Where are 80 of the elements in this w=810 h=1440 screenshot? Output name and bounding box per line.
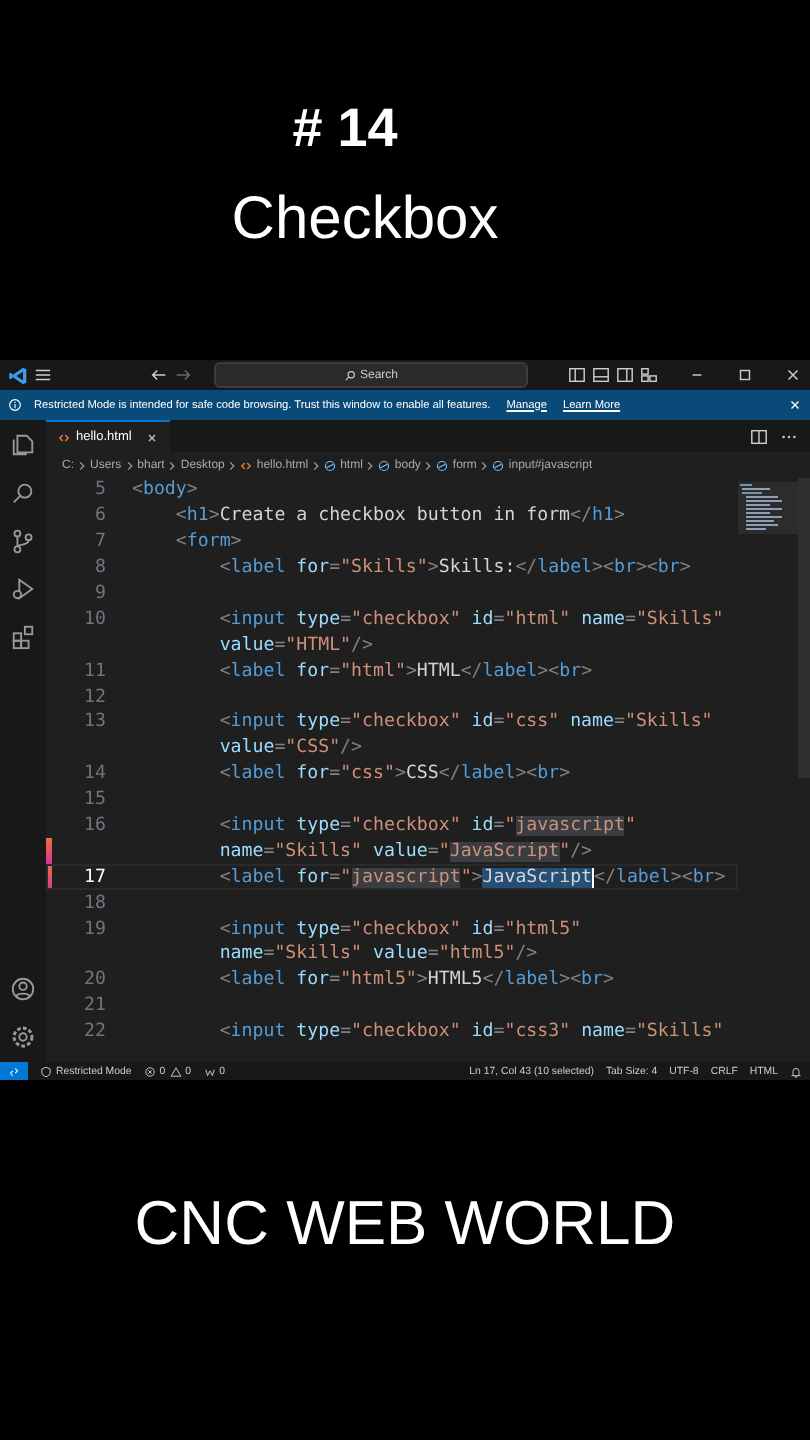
chevron-icon xyxy=(228,459,237,471)
line-number: 21 xyxy=(84,996,106,1017)
chevron-icon xyxy=(168,459,177,471)
line-number: 14 xyxy=(84,764,106,785)
code-line: value="CSS"/> xyxy=(217,738,362,759)
code-line: value="HTML"/> xyxy=(217,635,373,656)
chevron-icon xyxy=(125,459,134,471)
html-file-icon xyxy=(58,431,70,443)
code-line: <input type="checkbox" id="css" name="Skills" xyxy=(217,712,713,733)
element-symbol-icon xyxy=(492,459,505,471)
back-arrow-icon[interactable] xyxy=(150,366,168,384)
channel-name: CNC WEB WORLD xyxy=(132,1186,678,1262)
chevron-icon xyxy=(78,459,86,471)
minimap-drawing xyxy=(738,482,798,534)
html-file-icon xyxy=(240,459,253,471)
code-line: <body> xyxy=(132,480,198,501)
maximize-icon[interactable] xyxy=(736,366,754,384)
source-control-icon[interactable] xyxy=(10,528,36,554)
line-number: 20 xyxy=(84,970,106,991)
settings-icon[interactable] xyxy=(10,1024,36,1050)
extensions-icon[interactable] xyxy=(10,624,36,650)
search-icon xyxy=(343,369,356,381)
sidebar-layout-icon[interactable] xyxy=(568,366,586,384)
explorer-icon[interactable] xyxy=(10,432,36,458)
line-number: 10 xyxy=(84,609,106,630)
info-icon xyxy=(8,398,22,412)
line-number: 17 xyxy=(84,867,106,888)
code-line: <label for="html5">HTML5</label><br> xyxy=(217,970,614,991)
forward-arrow-icon[interactable] xyxy=(174,366,192,384)
shield-icon xyxy=(40,1065,52,1077)
chevron-icon xyxy=(424,459,433,471)
code-line: <input type="checkbox" id="html" name="Skills" xyxy=(217,609,724,630)
run-debug-icon[interactable] xyxy=(10,576,36,602)
line-number: 13 xyxy=(84,712,106,733)
remote-icon xyxy=(8,1065,20,1077)
bell-icon[interactable] xyxy=(790,1065,802,1077)
line-number: 16 xyxy=(84,816,106,837)
split-editor-icon[interactable] xyxy=(750,427,768,445)
line-number: 9 xyxy=(95,584,106,604)
code-line: <label for="html">HTML</label><br> xyxy=(217,661,593,682)
line-number: 7 xyxy=(95,532,106,553)
element-symbol-icon xyxy=(324,459,337,471)
line-number: 8 xyxy=(95,558,106,579)
code-line: <h1>Create a checkbox button in form</h1> xyxy=(173,506,625,527)
line-number: 22 xyxy=(84,1022,106,1043)
line-number: 15 xyxy=(84,790,106,811)
warning-icon xyxy=(169,1065,182,1077)
code-line: name="Skills" value="html5"/> xyxy=(217,944,538,965)
line-number: 12 xyxy=(84,687,106,708)
code-line: <input type="checkbox" id="css3" name="Skills" xyxy=(217,1022,724,1043)
code-line: <label for="javascript">JavaScript</label><br> xyxy=(217,867,726,888)
episode-number: # 14 xyxy=(292,96,398,160)
search-icon[interactable] xyxy=(10,480,36,506)
code-line: name="Skills" value="JavaScript"/> xyxy=(217,841,593,862)
chevron-icon xyxy=(366,459,375,471)
line-number: 19 xyxy=(84,919,106,940)
code-line: <label for="Skills">Skills:</label><br><br> xyxy=(217,558,691,579)
error-icon xyxy=(143,1065,156,1077)
video-title: Checkbox xyxy=(231,184,499,256)
line-number: 11 xyxy=(84,661,106,682)
remote-indicator[interactable] xyxy=(0,1062,28,1080)
element-symbol-icon xyxy=(378,459,391,471)
line-number: 5 xyxy=(95,480,106,501)
close-icon[interactable] xyxy=(145,431,158,443)
close-icon[interactable] xyxy=(784,366,802,384)
code-line: <form> xyxy=(173,532,242,553)
line-number: 6 xyxy=(95,506,106,527)
secondary-sidebar-icon[interactable] xyxy=(616,366,634,384)
account-icon[interactable] xyxy=(10,976,36,1002)
menu-icon[interactable] xyxy=(34,366,52,384)
code-line: <input type="checkbox" id="javascript" xyxy=(217,816,636,837)
element-symbol-icon xyxy=(436,459,449,471)
chevron-icon xyxy=(480,459,489,471)
code-line: <label for="css">CSS</label><br> xyxy=(217,764,571,785)
chevron-icon xyxy=(312,459,321,471)
layout-grid-icon[interactable] xyxy=(640,366,658,384)
app-logo-icon xyxy=(8,365,28,385)
line-number: 18 xyxy=(84,893,106,914)
panel-layout-icon[interactable] xyxy=(592,366,610,384)
code-line: <input type="checkbox" id="html5" xyxy=(217,919,582,940)
